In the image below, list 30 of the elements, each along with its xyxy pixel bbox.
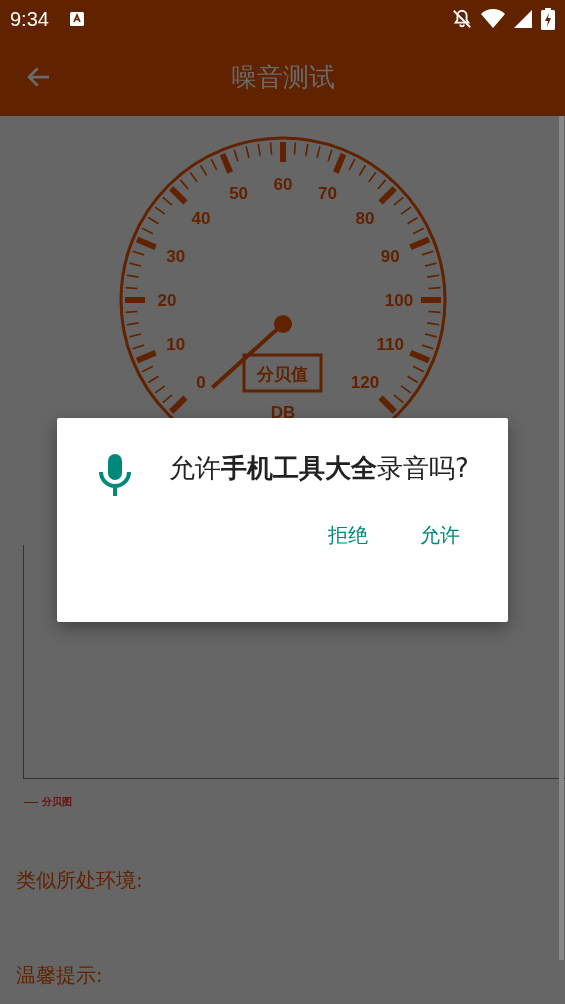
environment-label: 类似所处环境: [16,867,144,894]
legend-line-icon [24,801,38,803]
wifi-icon [481,9,505,29]
tips-label: 温馨提示: [16,962,104,989]
clock-time: 9:34 [10,7,49,31]
bell-muted-icon [451,8,473,30]
gauge-tick-label: 90 [380,246,400,266]
gauge-unit-label: DB [270,403,296,422]
gauge-tick-label: 80 [355,209,375,228]
gauge-tick-label: 30 [166,246,186,266]
gauge-value-label: 分贝值 [257,364,308,384]
screen-title: 噪音测试 [229,60,336,94]
dialog-button[interactable]: 拒绝 [312,514,384,557]
gauge-tick-label: 0 [196,373,206,392]
gauge-tick-label: 70 [317,183,337,203]
keyboard-notification-icon [68,11,85,27]
gauge-tick-label: 110 [376,335,404,355]
gauge-tick-label: 50 [229,183,249,203]
dialog-button[interactable]: 允许 [404,514,476,557]
chart-legend-label: 分贝图 [42,795,72,809]
signal-icon [513,9,533,29]
gauge-tick-label: 100 [384,291,414,310]
gauge-tick-label: 10 [166,335,186,355]
microphone-icon [97,452,133,498]
gauge-tick-label: 120 [350,373,380,392]
battery-charging-icon [541,8,555,30]
gauge-tick-label: 60 [273,175,293,194]
gauge-tick-label: 40 [191,209,211,228]
gauge-tick-label: 20 [157,291,177,310]
permission-message: 允许手机工具大全录音吗? [169,452,469,485]
